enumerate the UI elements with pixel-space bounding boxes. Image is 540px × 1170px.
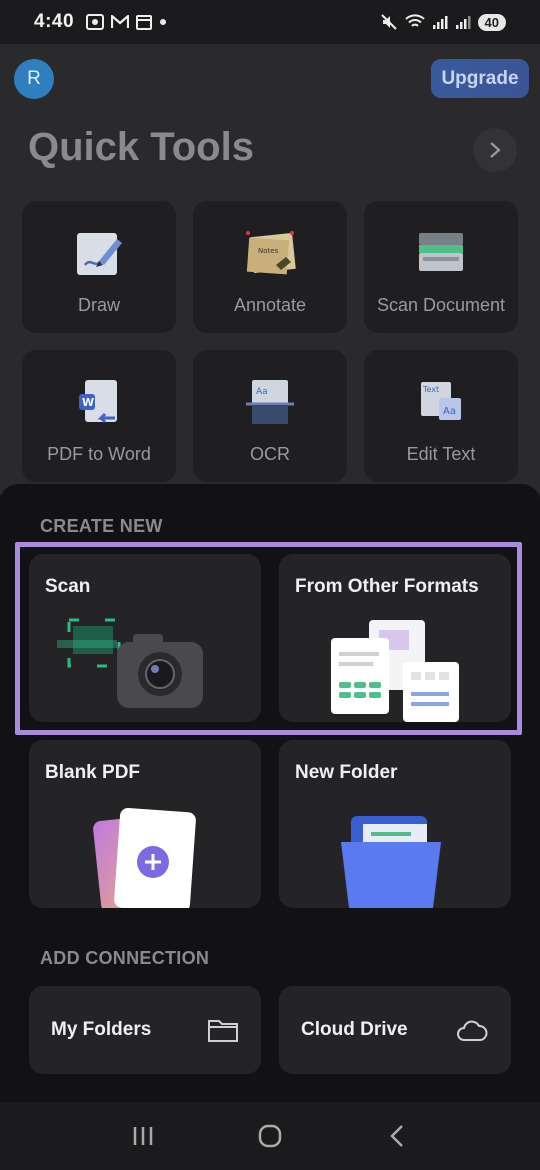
draw-icon <box>69 223 129 283</box>
tool-label: PDF to Word <box>47 444 151 464</box>
create-scan-card[interactable]: Scan <box>29 554 261 722</box>
home-icon <box>258 1124 282 1148</box>
ocr-icon: Aa <box>240 372 300 432</box>
quick-tools-area: R Upgrade Quick Tools Draw Notes Annotat… <box>0 44 540 494</box>
card-title: Blank PDF <box>45 762 141 783</box>
home-button[interactable] <box>245 1116 295 1156</box>
back-icon <box>389 1125 403 1147</box>
tool-annotate[interactable]: Notes Annotate <box>193 201 347 333</box>
svg-text:Text: Text <box>422 385 439 394</box>
connection-label: My Folders <box>51 1019 152 1040</box>
tool-edit-text[interactable]: Text Aa Edit Text <box>364 350 518 482</box>
tool-scan-document[interactable]: Scan Document <box>364 201 518 333</box>
camera-icon <box>57 618 203 708</box>
connection-label: Cloud Drive <box>301 1019 408 1040</box>
svg-text:W: W <box>82 396 94 409</box>
tool-ocr[interactable]: Aa OCR <box>193 350 347 482</box>
create-new-folder-card[interactable]: New Folder <box>279 740 511 908</box>
connection-my-folders[interactable]: My Folders <box>29 986 261 1074</box>
back-button[interactable] <box>372 1116 422 1156</box>
svg-text:Notes: Notes <box>258 247 279 255</box>
svg-text:Aa: Aa <box>443 406 456 417</box>
folder-outline-icon <box>207 1017 239 1043</box>
battery-indicator: 40 <box>477 13 506 31</box>
gmail-icon <box>111 15 130 28</box>
connection-cloud-drive[interactable]: Cloud Drive <box>279 986 511 1074</box>
screenshot-icon <box>86 14 105 30</box>
calendar-icon <box>136 15 153 30</box>
create-blank-pdf-card[interactable]: Blank PDF <box>29 740 261 908</box>
tool-label: Draw <box>77 295 120 315</box>
card-title: From Other Formats <box>295 576 479 597</box>
signal-icon <box>432 16 448 29</box>
annotate-icon: Notes <box>240 223 300 283</box>
card-title: Scan <box>45 576 91 597</box>
recent-apps-button[interactable] <box>118 1116 168 1156</box>
add-connection-label: ADD CONNECTION <box>40 948 210 968</box>
cloud-icon <box>455 1017 489 1043</box>
tool-label: Annotate <box>233 295 307 315</box>
tool-label: Edit Text <box>406 444 476 464</box>
folder-icon <box>341 816 441 908</box>
tool-pdf-to-word[interactable]: W PDF to Word <box>22 350 176 482</box>
wifi-icon <box>404 14 425 27</box>
notification-dot-icon <box>160 19 167 25</box>
blank-pdf-icon <box>93 808 196 908</box>
status-bar: 4:40 40 <box>0 0 540 44</box>
tool-label: OCR <box>250 444 290 464</box>
create-new-label: CREATE NEW <box>40 516 163 536</box>
upgrade-button[interactable]: Upgrade <box>431 59 529 98</box>
tool-label: Scan Document <box>376 295 506 315</box>
svg-text:Aa: Aa <box>256 387 268 397</box>
recent-apps-icon <box>134 1127 153 1145</box>
card-title: New Folder <box>295 762 398 783</box>
create-from-other-formats-card[interactable]: From Other Formats <box>279 554 511 722</box>
status-time: 4:40 <box>34 11 75 32</box>
edit-text-icon: Text Aa <box>411 372 471 432</box>
mute-icon <box>380 14 397 30</box>
scanner-icon <box>411 223 471 283</box>
system-nav-bar <box>0 1102 540 1170</box>
pdf-to-word-icon: W <box>69 372 129 432</box>
tool-draw[interactable]: Draw <box>22 201 176 333</box>
chevron-right-icon <box>490 142 501 158</box>
avatar[interactable]: R <box>14 59 54 99</box>
quick-tools-more-button[interactable] <box>473 128 517 172</box>
signal-icon-2 <box>455 16 471 29</box>
documents-icon <box>331 620 459 722</box>
page-title: Quick Tools <box>28 125 254 169</box>
